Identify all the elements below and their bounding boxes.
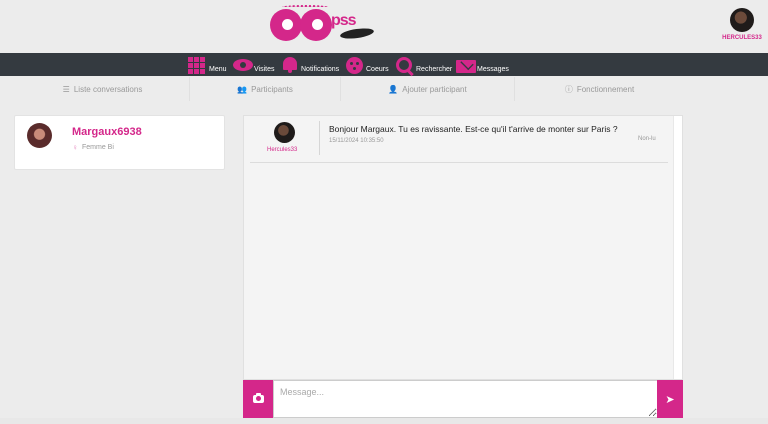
heart-face-icon: [345, 57, 365, 74]
nav-coeurs[interactable]: Coeurs: [345, 53, 389, 76]
tab-label: Ajouter participant: [402, 84, 467, 94]
question-circle-icon: ⓘ: [564, 84, 573, 94]
logo-o-left: [270, 9, 302, 41]
message-item: Hercules33 Bonjour Margaux. Tu es raviss…: [250, 116, 668, 163]
avatar[interactable]: [27, 123, 52, 148]
nav-label: Visites: [254, 66, 275, 73]
search-icon: [395, 57, 415, 74]
users-icon: 👥: [237, 84, 248, 94]
tab-label: Participants: [251, 84, 293, 94]
user-name[interactable]: HERCULES33: [720, 35, 764, 41]
site-logo[interactable]: pss: [268, 5, 380, 45]
user-plus-icon: 👤: [388, 84, 399, 94]
conversation-tabs: ☰ Liste conversations 👥 Participants 👤 A…: [16, 77, 684, 101]
venus-icon: ♀: [72, 143, 78, 152]
tab-fonctionnement[interactable]: ⓘ Fonctionnement: [515, 77, 684, 101]
scrollbar[interactable]: [673, 116, 682, 379]
list-icon: ☰: [62, 84, 70, 94]
send-button[interactable]: ➤: [657, 380, 683, 418]
avatar[interactable]: [274, 122, 295, 143]
nav-label: Rechercher: [416, 66, 453, 73]
user-menu[interactable]: HERCULES33: [720, 8, 764, 41]
camera-icon: [252, 393, 264, 403]
grid-icon: [188, 57, 208, 74]
tab-label: Liste conversations: [73, 84, 143, 94]
contact-subtitle: ♀ Femme Bi: [72, 143, 114, 152]
avatar[interactable]: [730, 8, 754, 32]
message-composer: ➤: [243, 380, 683, 418]
divider: [319, 121, 320, 155]
tab-liste-conversations[interactable]: ☰ Liste conversations: [16, 77, 190, 101]
conversation-contact-card[interactable]: Margaux6938 ♀ Femme Bi: [14, 115, 225, 170]
logo-o-right: [300, 9, 332, 41]
nav-visites[interactable]: Visites: [233, 53, 275, 76]
attach-photo-button[interactable]: [243, 380, 273, 418]
message-input[interactable]: [273, 380, 658, 418]
bell-icon: [280, 57, 300, 74]
message-timestamp: 15/11/2024 10:35:50: [329, 138, 384, 144]
contact-name[interactable]: Margaux6938: [72, 126, 142, 138]
message-author[interactable]: Hercules33: [267, 147, 297, 153]
nav-label: Coeurs: [366, 66, 389, 73]
nav-notifications[interactable]: Notifications: [280, 53, 339, 76]
nav-rechercher[interactable]: Rechercher: [395, 53, 452, 76]
nav-messages[interactable]: Messages: [456, 53, 509, 76]
nav-label: Menu: [209, 66, 227, 73]
tab-ajouter-participant[interactable]: 👤 Ajouter participant: [341, 77, 515, 101]
page-footer-edge: [0, 418, 768, 424]
message-text: Bonjour Margaux. Tu es ravissante. Est-c…: [329, 124, 618, 134]
envelope-icon: [456, 57, 476, 74]
logo-text: pss: [331, 12, 357, 29]
nav-label: Notifications: [301, 66, 340, 73]
nav-menu[interactable]: Menu: [188, 53, 227, 76]
message-status: Non-lu: [638, 136, 656, 142]
nav-label: Messages: [477, 66, 509, 73]
chat-panel: Hercules33 Bonjour Margaux. Tu es raviss…: [243, 115, 683, 380]
paper-plane-icon: ➤: [665, 393, 675, 406]
contact-orientation: Femme Bi: [82, 144, 114, 151]
tab-participants[interactable]: 👥 Participants: [190, 77, 341, 101]
eye-icon: [233, 57, 253, 74]
header: pss HERCULES33: [0, 0, 768, 53]
main-navbar: Menu Visites Notifications Coeurs Recher…: [0, 53, 768, 76]
tab-label: Fonctionnement: [576, 84, 635, 94]
